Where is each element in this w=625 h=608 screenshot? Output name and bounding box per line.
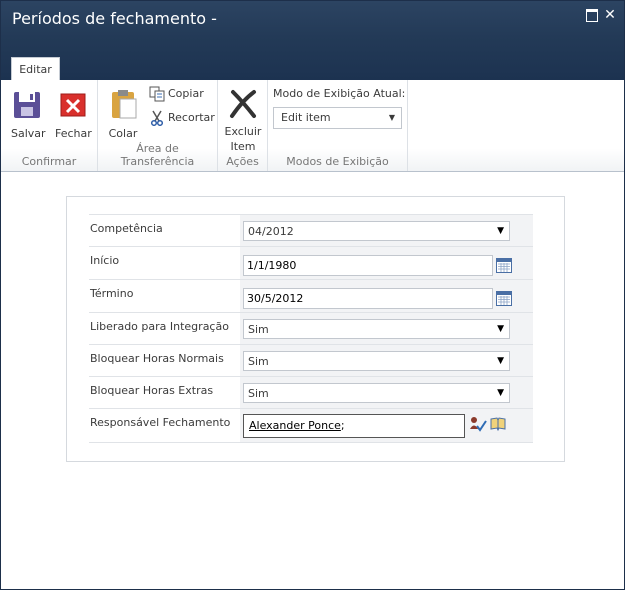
delete-item-button[interactable]: Excluir Item	[224, 88, 262, 154]
delete-label-line2: Item	[230, 140, 256, 153]
group-label-views: Modos de Exibição	[286, 155, 389, 168]
current-view-select[interactable]: Edit item ▼	[273, 107, 402, 129]
people-picker-input[interactable]: Alexander Ponce;	[243, 414, 465, 438]
delete-label-line1: Excluir	[224, 125, 262, 138]
check-names-icon[interactable]	[469, 416, 487, 432]
ribbon-group-confirm: Salvar Fechar Confirmar	[1, 80, 98, 171]
field-value-cell: Sim ▼	[240, 377, 533, 408]
field-label: Término	[90, 287, 134, 300]
chevron-down-icon: ▼	[497, 324, 504, 334]
field-row-responsavel: Responsável Fechamento Alexander Ponce;	[89, 408, 533, 443]
field-row-termino: Término 30/5/2012	[89, 279, 533, 312]
field-label: Bloquear Horas Normais	[90, 352, 224, 365]
competencia-select[interactable]: 04/2012 ▼	[243, 221, 510, 241]
close-x-icon	[56, 88, 88, 120]
horas-extras-select[interactable]: Sim ▼	[243, 383, 510, 403]
close-form-label: Fechar	[55, 127, 92, 140]
field-value-cell: 1/1/1980	[240, 247, 533, 279]
field-row-inicio: Início 1/1/1980	[89, 246, 533, 279]
copy-label: Copiar	[168, 87, 204, 100]
people-separator: ;	[340, 419, 345, 432]
browse-book-icon[interactable]	[490, 416, 506, 432]
field-label: Início	[90, 254, 120, 267]
chevron-down-icon: ▼	[497, 388, 504, 398]
cut-button[interactable]: Recortar	[149, 110, 215, 127]
chevron-down-icon: ▼	[497, 356, 504, 366]
cut-label: Recortar	[168, 111, 215, 124]
horas-extras-value: Sim	[248, 387, 269, 400]
dialog-window: Períodos de fechamento - ✕ Editar Salvar	[0, 0, 625, 590]
group-label-actions: Ações	[226, 155, 259, 168]
inicio-date-input[interactable]: 1/1/1980	[243, 255, 493, 276]
calendar-icon[interactable]	[496, 257, 512, 273]
dialog-title: Períodos de fechamento -	[12, 9, 217, 28]
close-icon[interactable]: ✕	[603, 8, 617, 22]
competencia-value: 04/2012	[248, 225, 294, 238]
close-form-button[interactable]: Fechar	[55, 88, 92, 140]
paste-label: Colar	[108, 127, 138, 140]
field-label: Competência	[90, 222, 163, 235]
copy-icon	[149, 86, 165, 102]
chevron-down-icon: ▼	[388, 113, 395, 122]
field-value-cell: Alexander Ponce;	[240, 409, 533, 442]
termino-date-input[interactable]: 30/5/2012	[243, 288, 493, 309]
field-label: Bloquear Horas Extras	[90, 384, 214, 397]
field-value-cell: Sim ▼	[240, 313, 533, 344]
ribbon-group-clipboard: Colar Copiar Recortar Área de Transferên…	[98, 80, 218, 171]
paste-icon	[108, 88, 140, 120]
field-row-competencia: Competência 04/2012 ▼	[89, 214, 533, 246]
title-bar: Períodos de fechamento - ✕ Editar	[1, 1, 624, 81]
save-icon	[11, 88, 43, 120]
field-row-liberado: Liberado para Integração Sim ▼	[89, 312, 533, 344]
form-container: Competência 04/2012 ▼ Início 1/1/1980 Té…	[66, 196, 565, 462]
tab-editar[interactable]: Editar	[11, 57, 60, 81]
save-label: Salvar	[11, 127, 46, 140]
horas-normais-value: Sim	[248, 355, 269, 368]
ribbon-group-actions: Excluir Item Ações	[218, 80, 268, 171]
chevron-down-icon: ▼	[497, 226, 504, 236]
field-value-cell: 30/5/2012	[240, 280, 533, 312]
field-value-cell: Sim ▼	[240, 345, 533, 376]
group-label-confirm: Confirmar	[21, 155, 77, 168]
delete-x-icon	[227, 88, 259, 120]
field-value-cell: 04/2012 ▼	[240, 215, 533, 246]
scissors-icon	[149, 110, 165, 127]
group-label-clipboard: Área de Transferência	[120, 142, 195, 168]
field-row-horas-extras: Bloquear Horas Extras Sim ▼	[89, 376, 533, 408]
field-label: Responsável Fechamento	[90, 416, 231, 429]
horas-normais-select[interactable]: Sim ▼	[243, 351, 510, 371]
copy-button[interactable]: Copiar	[149, 86, 204, 102]
liberado-value: Sim	[248, 323, 269, 336]
liberado-select[interactable]: Sim ▼	[243, 319, 510, 339]
ribbon: Salvar Fechar Confirmar Colar Copiar Rec…	[1, 80, 624, 172]
field-label: Liberado para Integração	[90, 320, 229, 333]
resolved-user[interactable]: Alexander Ponce	[249, 419, 341, 432]
save-button[interactable]: Salvar	[11, 88, 46, 140]
ribbon-group-views: Modo de Exibição Atual: Edit item ▼ Modo…	[268, 80, 408, 171]
calendar-icon[interactable]	[496, 290, 512, 306]
paste-button[interactable]: Colar	[108, 88, 138, 140]
field-row-horas-normais: Bloquear Horas Normais Sim ▼	[89, 344, 533, 376]
maximize-icon[interactable]	[585, 8, 599, 22]
current-view-value: Edit item	[281, 111, 331, 124]
current-view-label: Modo de Exibição Atual:	[273, 87, 406, 100]
